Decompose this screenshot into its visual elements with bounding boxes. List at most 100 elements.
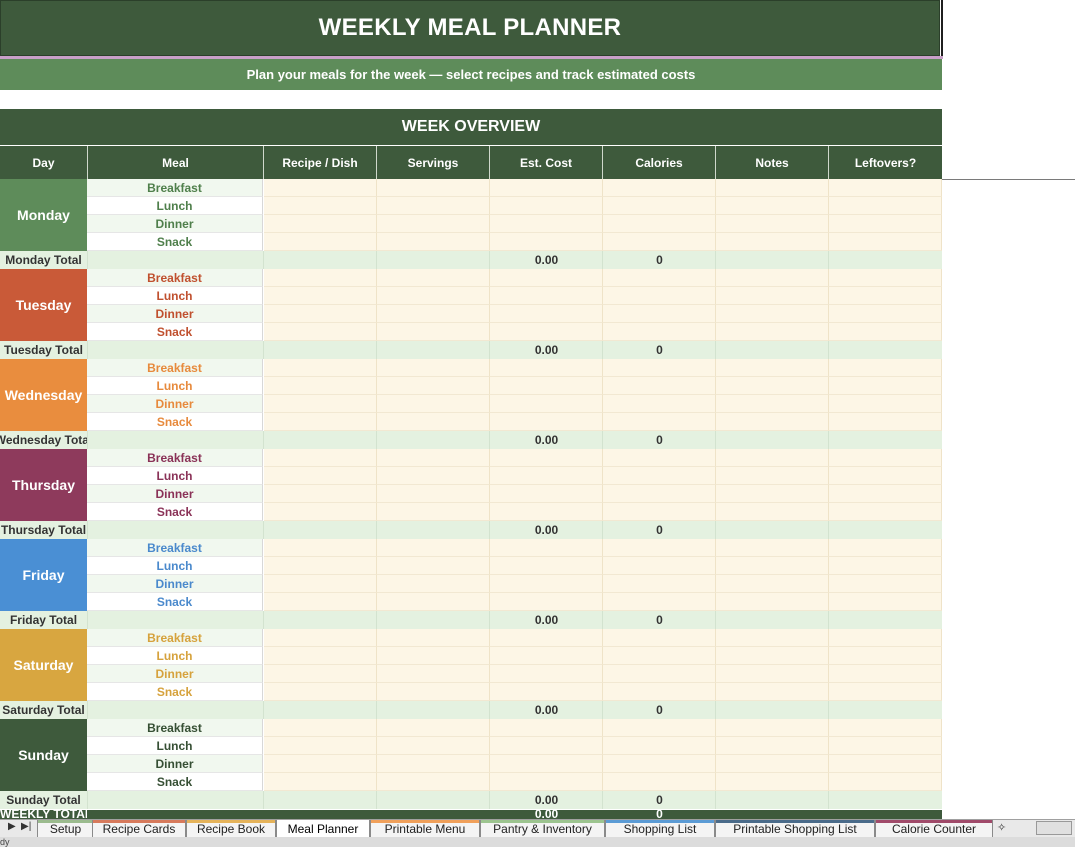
entry-cell[interactable] [264, 773, 377, 791]
meal-cell[interactable]: Breakfast [87, 179, 263, 197]
entry-cell[interactable] [377, 557, 490, 575]
entry-cell[interactable] [716, 665, 829, 683]
entry-cell[interactable] [603, 323, 716, 341]
entry-cell[interactable] [716, 323, 829, 341]
entry-cell[interactable] [264, 647, 377, 665]
entry-cell[interactable] [603, 485, 716, 503]
entry-cell[interactable] [716, 737, 829, 755]
meal-cell[interactable]: Lunch [87, 377, 263, 395]
entry-cell[interactable] [603, 305, 716, 323]
sheet-tab[interactable]: Printable Menu [370, 820, 480, 837]
meal-cell[interactable]: Dinner [87, 665, 263, 683]
entry-cell[interactable] [829, 269, 942, 287]
entry-cell[interactable] [603, 233, 716, 251]
sheet-tab[interactable]: Pantry & Inventory [480, 820, 605, 837]
entry-cell[interactable] [716, 557, 829, 575]
entry-cell[interactable] [716, 359, 829, 377]
entry-cell[interactable] [603, 683, 716, 701]
entry-cell[interactable] [716, 539, 829, 557]
entry-cell[interactable] [716, 593, 829, 611]
entry-cell[interactable] [490, 539, 603, 557]
entry-cell[interactable] [377, 467, 490, 485]
entry-cell[interactable] [829, 683, 942, 701]
entry-cell[interactable] [490, 485, 603, 503]
entry-cell[interactable] [716, 773, 829, 791]
entry-cell[interactable] [603, 359, 716, 377]
entry-cell[interactable] [377, 647, 490, 665]
sheet-tab[interactable]: Calorie Counter [875, 820, 993, 837]
entry-cell[interactable] [716, 269, 829, 287]
entry-cell[interactable] [829, 179, 942, 197]
entry-cell[interactable] [490, 719, 603, 737]
entry-cell[interactable] [603, 737, 716, 755]
entry-cell[interactable] [264, 737, 377, 755]
entry-cell[interactable] [377, 719, 490, 737]
entry-cell[interactable] [829, 413, 942, 431]
entry-cell[interactable] [603, 593, 716, 611]
entry-cell[interactable] [377, 269, 490, 287]
entry-cell[interactable] [377, 413, 490, 431]
entry-cell[interactable] [264, 359, 377, 377]
entry-cell[interactable] [264, 485, 377, 503]
entry-cell[interactable] [264, 413, 377, 431]
entry-cell[interactable] [264, 467, 377, 485]
meal-cell[interactable]: Breakfast [87, 359, 263, 377]
meal-cell[interactable]: Snack [87, 413, 263, 431]
entry-cell[interactable] [716, 179, 829, 197]
entry-cell[interactable] [490, 665, 603, 683]
entry-cell[interactable] [264, 377, 377, 395]
meal-cell[interactable]: Dinner [87, 395, 263, 413]
entry-cell[interactable] [377, 755, 490, 773]
entry-cell[interactable] [490, 233, 603, 251]
entry-cell[interactable] [716, 377, 829, 395]
entry-cell[interactable] [603, 179, 716, 197]
meal-cell[interactable]: Breakfast [87, 719, 263, 737]
entry-cell[interactable] [377, 359, 490, 377]
entry-cell[interactable] [829, 197, 942, 215]
entry-cell[interactable] [603, 629, 716, 647]
meal-cell[interactable]: Lunch [87, 737, 263, 755]
entry-cell[interactable] [716, 575, 829, 593]
meal-cell[interactable]: Snack [87, 323, 263, 341]
entry-cell[interactable] [603, 413, 716, 431]
entry-cell[interactable] [264, 503, 377, 521]
entry-cell[interactable] [264, 323, 377, 341]
column-header-calories[interactable]: Calories [603, 146, 716, 179]
entry-cell[interactable] [716, 467, 829, 485]
entry-cell[interactable] [716, 449, 829, 467]
entry-cell[interactable] [377, 395, 490, 413]
entry-cell[interactable] [264, 197, 377, 215]
entry-cell[interactable] [490, 413, 603, 431]
entry-cell[interactable] [716, 305, 829, 323]
entry-cell[interactable] [377, 323, 490, 341]
entry-cell[interactable] [264, 575, 377, 593]
entry-cell[interactable] [377, 593, 490, 611]
entry-cell[interactable] [829, 215, 942, 233]
entry-cell[interactable] [829, 773, 942, 791]
entry-cell[interactable] [603, 269, 716, 287]
entry-cell[interactable] [716, 629, 829, 647]
meal-cell[interactable]: Lunch [87, 647, 263, 665]
entry-cell[interactable] [264, 395, 377, 413]
entry-cell[interactable] [829, 737, 942, 755]
entry-cell[interactable] [603, 449, 716, 467]
meal-cell[interactable]: Breakfast [87, 629, 263, 647]
meal-cell[interactable]: Breakfast [87, 449, 263, 467]
entry-cell[interactable] [603, 215, 716, 233]
entry-cell[interactable] [603, 197, 716, 215]
entry-cell[interactable] [377, 665, 490, 683]
entry-cell[interactable] [490, 269, 603, 287]
entry-cell[interactable] [603, 575, 716, 593]
entry-cell[interactable] [829, 359, 942, 377]
meal-cell[interactable]: Breakfast [87, 539, 263, 557]
entry-cell[interactable] [829, 305, 942, 323]
entry-cell[interactable] [716, 683, 829, 701]
entry-cell[interactable] [716, 485, 829, 503]
entry-cell[interactable] [829, 539, 942, 557]
entry-cell[interactable] [490, 395, 603, 413]
sheet-tab[interactable]: Recipe Cards [92, 820, 186, 837]
entry-cell[interactable] [603, 503, 716, 521]
entry-cell[interactable] [490, 647, 603, 665]
sheet-tab[interactable]: Printable Shopping List [715, 820, 875, 837]
entry-cell[interactable] [490, 683, 603, 701]
